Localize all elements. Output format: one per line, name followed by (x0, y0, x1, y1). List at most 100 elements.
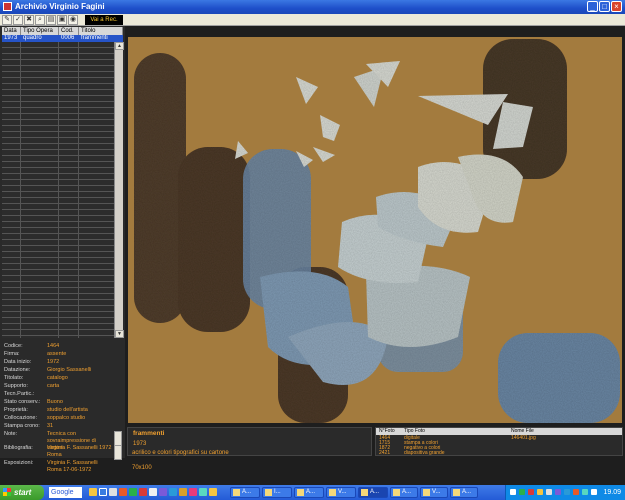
tray-icon[interactable] (528, 489, 534, 495)
ie-icon[interactable] (99, 488, 107, 496)
photos-table: N°Foto Tipo Foto Nome File 1464 digitale… (375, 427, 623, 456)
app-quick-icon[interactable] (129, 488, 137, 496)
photos-header: N°Foto Tipo Foto Nome File (376, 428, 622, 435)
cell-tipo: quadro (23, 35, 42, 41)
goto-record-field[interactable]: Vai a Rec. (85, 15, 123, 25)
scroll-up-icon[interactable]: ▲ (115, 42, 124, 50)
table-scrollbar[interactable]: ▲ ▼ (114, 42, 124, 338)
media-icon[interactable] (119, 488, 127, 496)
task-label: A... (402, 489, 412, 495)
col-header-titolo[interactable]: Titolo (79, 27, 123, 35)
edit-icon[interactable]: ✓ (13, 15, 23, 25)
app-window: Archivio Virginio Fagini _ □ × ✎ ✓ ✖ ⌕ ▤… (0, 0, 625, 500)
cell-cod: 0006 (61, 35, 75, 41)
task-label: I... (274, 489, 281, 495)
taskbar-window[interactable]: V... (420, 487, 448, 498)
app-quick-icon[interactable] (189, 488, 197, 496)
google-search-box[interactable]: Google (49, 487, 82, 498)
print-icon[interactable]: ▤ (46, 15, 56, 25)
volume-icon[interactable] (591, 489, 597, 495)
app-quick-icon[interactable] (159, 488, 167, 496)
taskbar-window[interactable]: A... (294, 487, 324, 498)
photo-icon[interactable]: ◉ (68, 15, 78, 25)
photo-type: diapositiva grande (404, 450, 445, 456)
windows-flag-icon (3, 488, 11, 496)
tray-icon[interactable] (573, 489, 579, 495)
note-scrollbar[interactable] (114, 431, 122, 446)
blue-shape-bottom-right (498, 333, 620, 423)
window-icon (423, 489, 430, 496)
app-quick-icon[interactable] (169, 488, 177, 496)
artwork-title: frammenti (133, 430, 165, 437)
cell-titolo: frammenti (81, 35, 108, 41)
task-label: A... (242, 489, 252, 495)
window-icon (329, 489, 336, 496)
col-header-data[interactable]: Data (2, 27, 21, 35)
artwork-technique: acrilico e colori tipografici su cartone (132, 450, 229, 456)
photo-num: 2421 (379, 450, 391, 456)
table-header: Data Tipo Opera Cod. Titolo (2, 27, 123, 35)
tray-icon[interactable] (546, 489, 552, 495)
photos-col-file[interactable]: Nome File (511, 428, 534, 435)
app-quick-icon[interactable] (199, 488, 207, 496)
window-icon (233, 489, 240, 496)
app-quick-icon[interactable] (149, 488, 157, 496)
folder-icon[interactable] (89, 488, 97, 496)
window-icon (297, 489, 304, 496)
app-icon (3, 2, 12, 11)
table-row-selected[interactable]: 1973 quadro 0006 frammenti (2, 35, 123, 42)
taskbar-window[interactable]: A... (230, 487, 260, 498)
tray-icon[interactable] (564, 489, 570, 495)
artwork-year: 1973 (133, 441, 147, 447)
search-icon[interactable]: ⌕ (35, 15, 45, 25)
taskbar-window[interactable]: V... (326, 487, 356, 498)
tray-icon[interactable] (555, 489, 561, 495)
image-icon[interactable]: ▣ (57, 15, 67, 25)
window-icon (361, 489, 368, 496)
task-label: A... (462, 489, 472, 495)
delete-icon[interactable]: ✖ (24, 15, 34, 25)
taskbar-window[interactable]: A... (450, 487, 478, 498)
artwork-image[interactable] (128, 37, 622, 423)
window-icon (393, 489, 400, 496)
window-title: Archivio Virginio Fagini (15, 2, 105, 11)
maximize-button[interactable]: □ (599, 1, 610, 12)
image-viewer (125, 26, 625, 424)
toolbar: ✎ ✓ ✖ ⌕ ▤ ▣ ◉ Vai a Rec. (0, 14, 625, 26)
desktop-icon[interactable] (109, 488, 117, 496)
app-quick-icon[interactable] (179, 488, 187, 496)
taskbar-window[interactable]: I... (262, 487, 292, 498)
taskbar: start Google A... I... A... V... A... A.… (0, 485, 625, 500)
taskbar-window[interactable]: A... (390, 487, 418, 498)
title-bar[interactable]: Archivio Virginio Fagini _ □ × (0, 0, 625, 14)
task-label: V... (432, 489, 441, 495)
start-button[interactable]: start (0, 485, 44, 500)
bibliografia-scrollbar[interactable] (114, 445, 122, 460)
task-label: A... (306, 489, 316, 495)
records-table: Data Tipo Opera Cod. Titolo 1973 quadro … (0, 26, 125, 341)
photos-col-type[interactable]: Tipo Foto (404, 428, 425, 435)
start-label: start (14, 488, 32, 497)
col-header-cod[interactable]: Cod. (59, 27, 79, 35)
new-record-icon[interactable]: ✎ (2, 15, 12, 25)
dark-shape-left-mid (178, 147, 250, 332)
tray-icon[interactable] (537, 489, 543, 495)
app-quick-icon[interactable] (209, 488, 217, 496)
scroll-down-icon[interactable]: ▼ (115, 330, 124, 338)
close-button[interactable]: × (611, 1, 622, 12)
col-header-tipo[interactable]: Tipo Opera (21, 27, 59, 35)
cell-data: 1973 (4, 35, 18, 41)
taskbar-window-active[interactable]: A... (358, 487, 388, 498)
record-details: Codice: 1464 Firma: assente Data inizio: 19… (0, 341, 125, 473)
photos-col-num[interactable]: N°Foto (379, 428, 395, 435)
tray-icon[interactable] (519, 489, 525, 495)
window-icon (265, 489, 272, 496)
app-quick-icon[interactable] (139, 488, 147, 496)
tray-icon[interactable] (510, 489, 516, 495)
minimize-button[interactable]: _ (587, 1, 598, 12)
artwork-size: 70x100 (132, 465, 152, 471)
tray-icon[interactable] (582, 489, 588, 495)
clock[interactable]: 19.09 (603, 485, 621, 500)
system-tray: 19.09 (505, 485, 625, 500)
table-empty-rows[interactable] (2, 42, 114, 338)
